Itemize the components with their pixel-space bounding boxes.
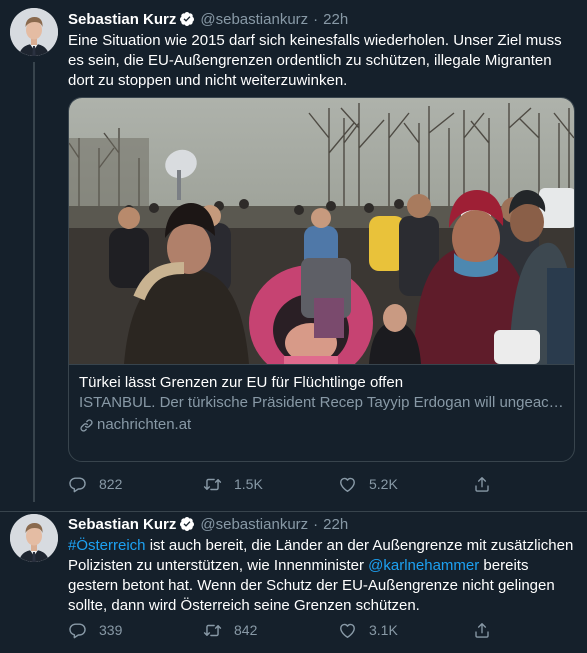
avatar-image xyxy=(10,8,58,56)
tweet-timestamp[interactable]: 22h xyxy=(323,11,348,28)
like-icon xyxy=(338,621,357,640)
author-name[interactable]: Sebastian Kurz xyxy=(68,516,176,533)
author-handle[interactable]: @sebastiankurz xyxy=(200,11,308,28)
tweet-header: Sebastian Kurz @sebastiankurz · 22h xyxy=(68,513,575,535)
separator-dot: · xyxy=(313,10,319,28)
retweet-button[interactable]: 1.5K xyxy=(203,475,338,494)
tweet[interactable]: Sebastian Kurz @sebastiankurz · 22h Eine… xyxy=(0,0,587,512)
hashtag-link[interactable]: #Österreich xyxy=(68,537,146,554)
avatar-image xyxy=(10,514,58,562)
like-button[interactable]: 5.2K xyxy=(338,475,473,494)
like-count: 3.1K xyxy=(369,622,398,638)
retweet-button[interactable]: 842 xyxy=(203,621,338,640)
card-info: Türkei lässt Grenzen zur EU für Flüchtli… xyxy=(69,364,574,461)
tweet[interactable]: Sebastian Kurz @sebastiankurz · 22h #Öst… xyxy=(0,512,587,653)
link-card[interactable]: Türkei lässt Grenzen zur EU für Flüchtli… xyxy=(68,97,575,462)
like-count: 5.2K xyxy=(369,476,398,492)
share-icon xyxy=(473,475,491,494)
tweet-body: Sebastian Kurz @sebastiankurz · 22h #Öst… xyxy=(68,513,575,616)
action-bar: 339 842 3.1K xyxy=(68,618,575,642)
avatar[interactable] xyxy=(10,514,58,562)
like-button[interactable]: 3.1K xyxy=(338,621,473,640)
retweet-count: 1.5K xyxy=(234,476,263,492)
retweet-icon xyxy=(203,475,222,494)
reply-count: 822 xyxy=(99,476,123,492)
tweet-text: Eine Situation wie 2015 darf sich keines… xyxy=(68,32,562,89)
retweet-count: 842 xyxy=(234,622,258,638)
action-bar: 822 1.5K 5.2K xyxy=(68,472,575,496)
avatar[interactable] xyxy=(10,8,58,56)
verified-badge-icon xyxy=(179,11,195,27)
card-description-text: ISTANBUL. Der türkische Präsident Recep … xyxy=(79,394,564,411)
mention-link[interactable]: @karlnehammer xyxy=(368,557,479,574)
thread-line xyxy=(33,62,35,502)
author-handle[interactable]: @sebastiankurz xyxy=(200,516,308,533)
share-button[interactable] xyxy=(473,621,503,640)
retweet-icon xyxy=(203,621,222,640)
tweet-text: #Österreich ist auch bereit, die Länder … xyxy=(68,536,575,616)
tweet-timestamp[interactable]: 22h xyxy=(323,516,348,533)
reply-icon xyxy=(68,475,87,494)
tweet-body: Sebastian Kurz @sebastiankurz · 22h Eine… xyxy=(68,8,575,91)
author-name[interactable]: Sebastian Kurz xyxy=(68,11,176,28)
card-domain: nachrichten.at xyxy=(79,415,564,435)
reply-icon xyxy=(68,621,87,640)
card-title: Türkei lässt Grenzen zur EU für Flüchtli… xyxy=(79,374,404,391)
reply-button[interactable]: 822 xyxy=(68,475,203,494)
card-image[interactable] xyxy=(69,98,575,364)
link-icon xyxy=(79,418,94,433)
reply-count: 339 xyxy=(99,622,123,638)
tweet-header: Sebastian Kurz @sebastiankurz · 22h xyxy=(68,8,575,30)
reply-button[interactable]: 339 xyxy=(68,621,203,640)
card-description: ISTANBUL. Der türkische Präsident Recep … xyxy=(79,393,564,413)
share-button[interactable] xyxy=(473,475,503,494)
like-icon xyxy=(338,475,357,494)
share-icon xyxy=(473,621,491,640)
card-domain-text: nachrichten.at xyxy=(97,416,192,433)
separator-dot: · xyxy=(313,515,319,533)
verified-badge-icon xyxy=(179,516,195,532)
